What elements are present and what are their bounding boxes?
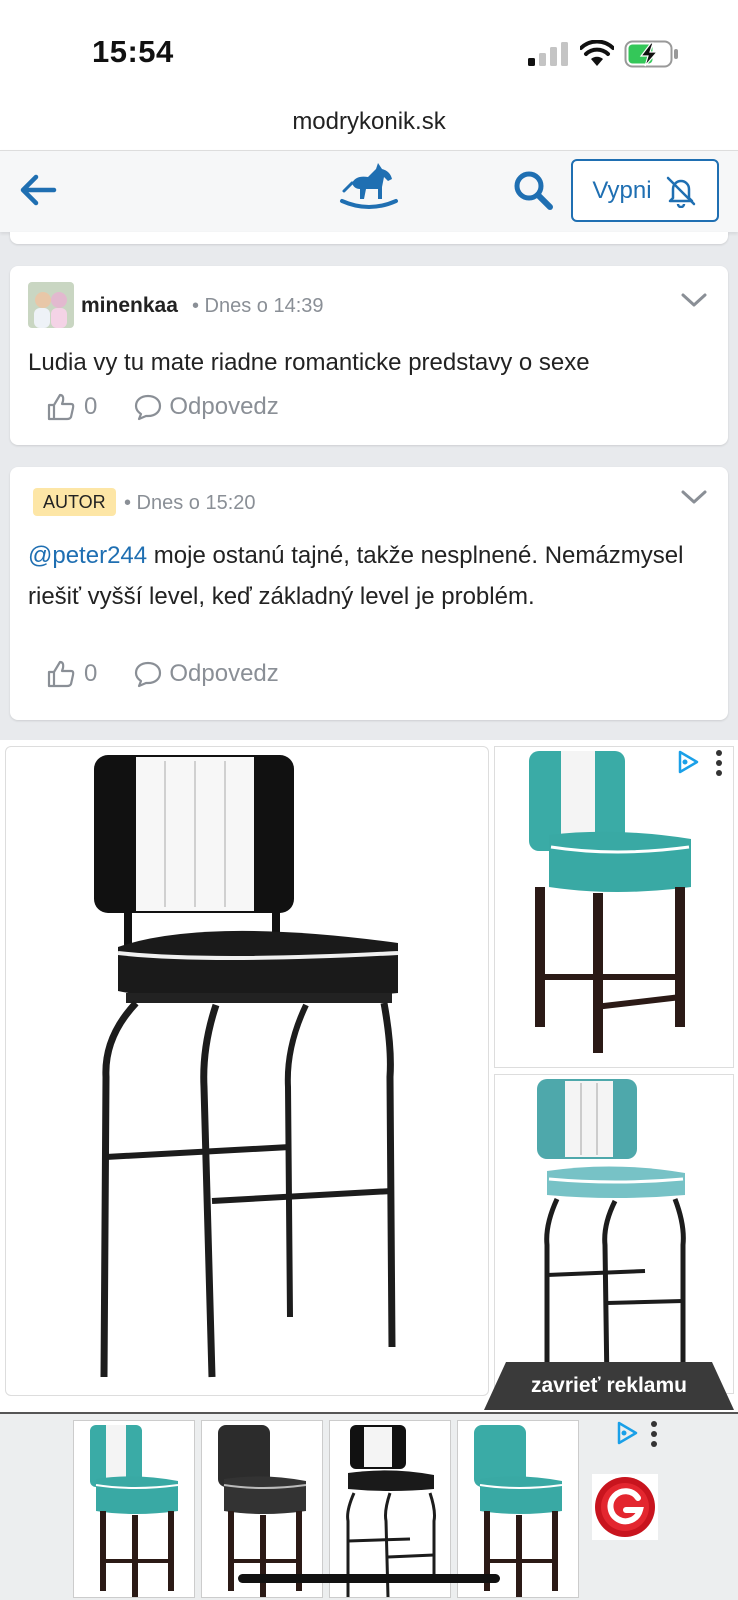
chevron-down-icon[interactable] xyxy=(680,487,708,507)
ad-thumb-teal-stool[interactable] xyxy=(457,1420,579,1598)
wifi-icon xyxy=(580,40,614,66)
comment-username[interactable]: minenkaa xyxy=(81,294,178,318)
comment-text: @peter244 moje ostanú tajné, takže nespl… xyxy=(28,535,710,617)
like-count: 0 xyxy=(84,393,98,420)
speech-bubble-icon[interactable] xyxy=(133,659,163,689)
home-indicator[interactable] xyxy=(238,1574,500,1583)
user-mention-link[interactable]: @peter244 xyxy=(28,542,147,569)
kebab-menu-icon[interactable] xyxy=(650,1420,658,1448)
url-text: modrykonik.sk xyxy=(292,108,446,135)
reply-button[interactable]: Odpovedz xyxy=(169,660,278,688)
comment-timestamp: • Dnes o 15:20 xyxy=(124,492,256,514)
status-bar: 15:54 xyxy=(0,0,738,100)
comment-actions: 0 Odpovedz xyxy=(46,392,279,422)
ad-product-image-main[interactable] xyxy=(5,746,489,1396)
ad-thumb-black-stool[interactable] xyxy=(201,1420,323,1598)
adchoices-icon[interactable] xyxy=(675,749,701,775)
ad-thumb-black-white-stool[interactable] xyxy=(329,1420,451,1598)
ad-thumb-teal-white-stool[interactable] xyxy=(73,1420,195,1598)
status-time: 15:54 xyxy=(92,34,174,69)
mute-button-label: Vypni xyxy=(592,176,652,204)
bottom-sticky-ad xyxy=(0,1412,738,1600)
comment-card: minenkaa • Dnes o 14:39 Ludia vy tu mate… xyxy=(10,266,728,445)
reply-button[interactable]: Odpovedz xyxy=(169,393,278,421)
thumbs-up-icon[interactable] xyxy=(46,392,76,422)
g-brand-logo-icon[interactable] xyxy=(592,1474,658,1540)
bell-off-icon xyxy=(666,176,695,208)
advertisement: zavrieť reklamu xyxy=(0,740,738,1412)
battery-charging-icon xyxy=(624,40,678,68)
speech-bubble-icon[interactable] xyxy=(133,392,163,422)
like-count: 0 xyxy=(84,660,98,687)
cellular-signal-icon xyxy=(528,42,568,66)
adchoices-icon[interactable] xyxy=(614,1420,640,1446)
comment-card: AUTOR • Dnes o 15:20 @peter244 moje osta… xyxy=(10,467,728,720)
browser-url-bar[interactable]: modrykonik.sk xyxy=(0,100,738,150)
ad-product-image-teal-stool[interactable] xyxy=(494,746,734,1068)
mute-notifications-button[interactable]: Vypni xyxy=(571,159,719,222)
search-icon[interactable] xyxy=(510,167,556,213)
author-badge: AUTOR xyxy=(33,488,116,516)
arrow-left-icon[interactable] xyxy=(16,167,62,213)
rocking-horse-icon[interactable] xyxy=(338,161,400,217)
app-navbar: Vypni xyxy=(0,150,738,232)
avatar[interactable] xyxy=(28,282,74,328)
comment-actions: 0 Odpovedz xyxy=(46,659,279,689)
kebab-menu-icon[interactable] xyxy=(715,749,723,777)
close-ad-button[interactable]: zavrieť reklamu xyxy=(484,1362,734,1410)
comment-text: Ludia vy tu mate riadne romanticke preds… xyxy=(28,349,590,376)
comment-timestamp: • Dnes o 14:39 xyxy=(192,295,324,317)
chevron-down-icon[interactable] xyxy=(680,290,708,310)
previous-comment-card-edge xyxy=(10,232,728,244)
ad-product-image-teal-white-stool[interactable] xyxy=(494,1074,734,1394)
thumbs-up-icon[interactable] xyxy=(46,659,76,689)
